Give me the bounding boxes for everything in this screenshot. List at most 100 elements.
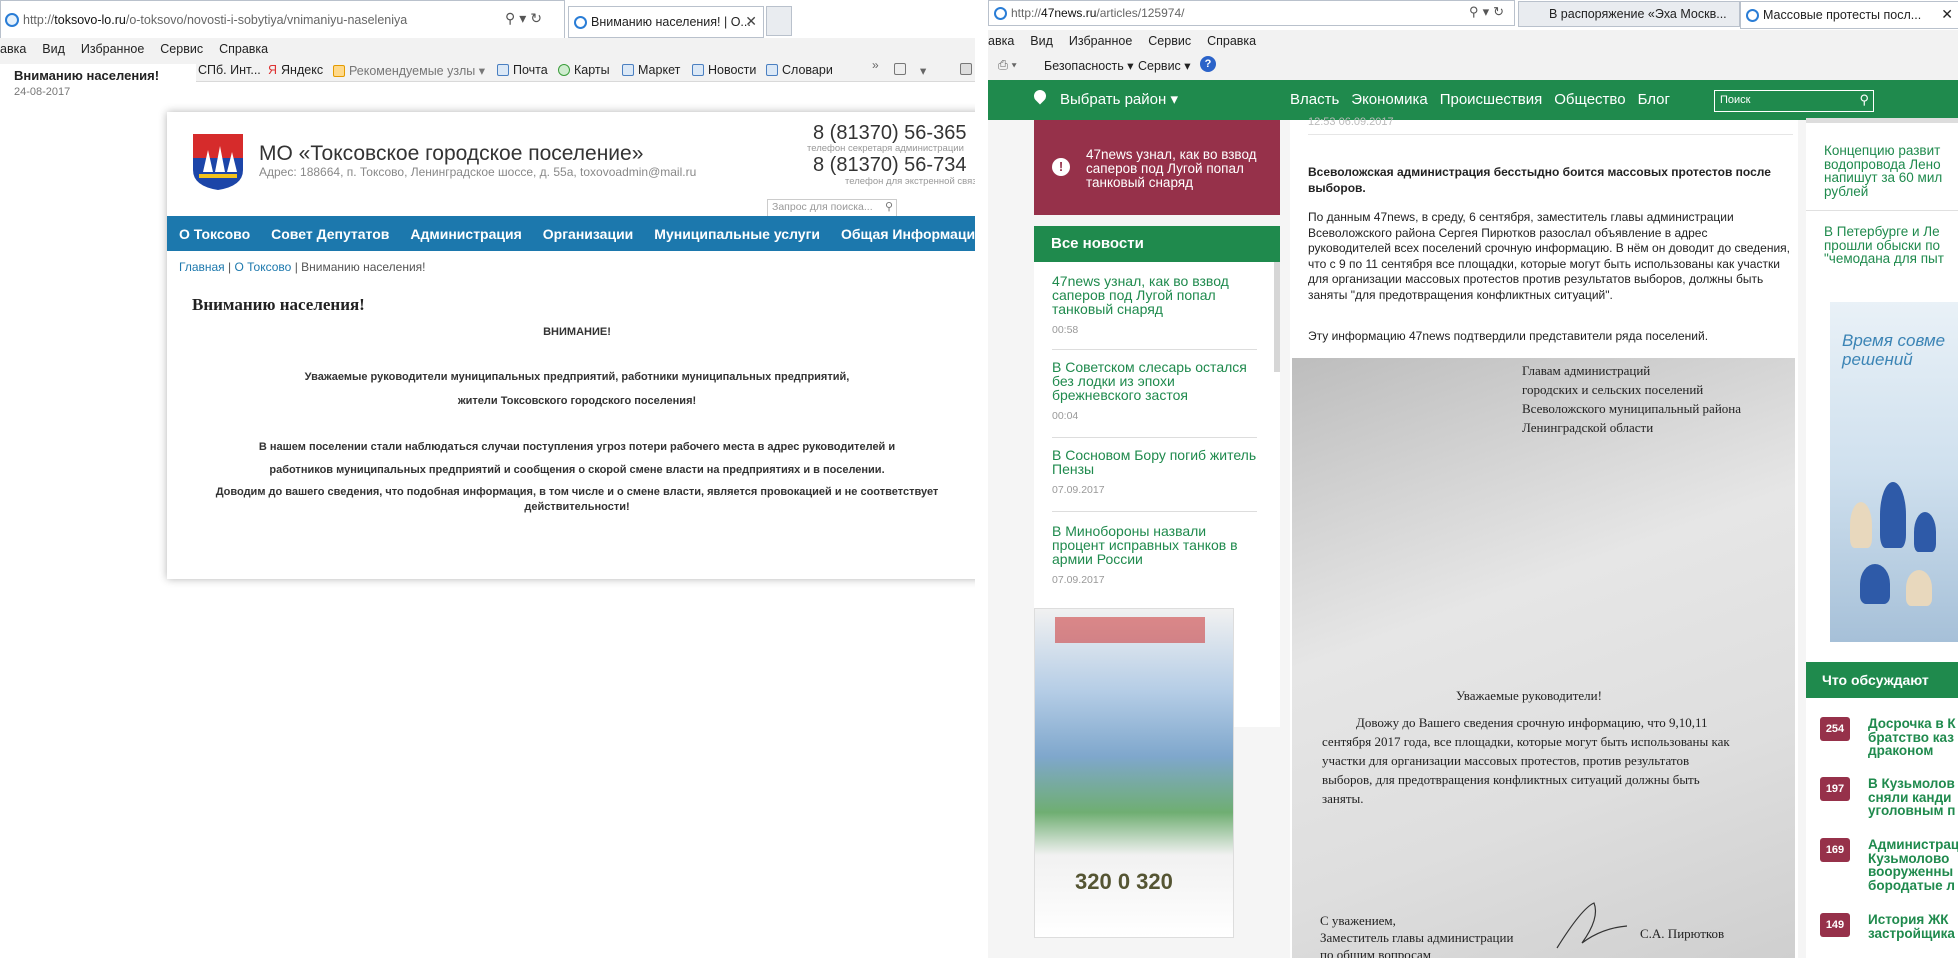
breadcrumb: Главная | О Токсово | Вниманию населения…: [179, 260, 426, 274]
menu-service[interactable]: Сервис: [160, 42, 203, 56]
article: 12:53 06.09.2017 Всеволожская администра…: [1290, 116, 1798, 958]
close-tab-icon[interactable]: ✕: [745, 13, 757, 30]
safety-menu[interactable]: Безопасность ▾: [1044, 58, 1133, 73]
fav-news[interactable]: Новости: [692, 63, 756, 77]
news-item[interactable]: В Сосновом Бору погиб житель Пензы 07.09…: [1052, 448, 1257, 512]
sidebar-link[interactable]: Концепцию развит водопровода Лено напишу…: [1824, 144, 1942, 198]
nav-organizations[interactable]: Организации: [543, 226, 634, 242]
print-icon[interactable]: ⎙ ▾: [998, 58, 1017, 73]
rss-icon[interactable]: [894, 63, 906, 75]
news-time: 00:58: [1052, 324, 1079, 336]
address-buttons[interactable]: ⚲▾↻: [1469, 4, 1508, 20]
fav-suggested[interactable]: Рекомендуемые узлы ▾: [333, 63, 485, 78]
breaking-news-card[interactable]: ! 47news узнал, как во взвод саперов под…: [1034, 120, 1280, 215]
discussed-item[interactable]: 169 Администрац Кузьмолово вооруженны бо…: [1820, 838, 1958, 894]
menu-favorites[interactable]: Избранное: [1069, 34, 1132, 48]
close-tab-icon[interactable]: ✕: [1941, 6, 1953, 23]
news-scrollbar[interactable]: [1274, 262, 1280, 372]
handwritten-signature: [1556, 902, 1628, 949]
crumb-home[interactable]: Главная: [179, 260, 225, 274]
news-item[interactable]: В Советском слесарь остался без лодки из…: [1052, 360, 1257, 438]
nav-administration[interactable]: Администрация: [410, 226, 521, 242]
title-line: вооруженны: [1868, 864, 1954, 879]
market-icon: [622, 64, 634, 76]
fav-market[interactable]: Маркет: [622, 63, 680, 77]
menu-help[interactable]: Справка: [1207, 34, 1256, 48]
chess-piece-icon: [1880, 482, 1906, 548]
all-news-header[interactable]: Все новости: [1034, 226, 1280, 262]
notification-popup[interactable]: Вниманию населения! 24-08-2017: [0, 64, 196, 110]
refresh-icon[interactable]: ↻: [530, 10, 546, 26]
menu-edit[interactable]: авка: [988, 34, 1014, 48]
doc-signature-line: Заместитель главы администрации: [1320, 930, 1514, 945]
dropdown-icon[interactable]: ▾: [920, 63, 926, 78]
address-path: /articles/125974/: [1096, 6, 1185, 20]
dropdown-icon[interactable]: ▾: [519, 10, 530, 26]
service-menu[interactable]: Сервис ▾: [1138, 58, 1191, 73]
address-path: /o-toksovo/novosti-i-sobytiya/vnimaniyu-…: [125, 13, 408, 27]
dictionary-icon: [766, 64, 778, 76]
nav-society[interactable]: Общество: [1554, 91, 1625, 108]
nav-economy[interactable]: Экономика: [1351, 91, 1427, 108]
fav-spb[interactable]: СПб. Инт...: [198, 63, 261, 77]
search-input[interactable]: Поиск ⚲: [1714, 90, 1874, 112]
discussed-item[interactable]: 197 В Кузьмолов сняли канди уголовным п: [1820, 777, 1958, 817]
new-tab-button[interactable]: [766, 6, 792, 36]
command-bar: ⎙ ▾ Безопасность ▾ Сервис ▾ ?: [988, 52, 1958, 80]
region-selector[interactable]: Выбрать район ▾: [1060, 90, 1178, 108]
promo-text: Время совме решений: [1842, 331, 1945, 369]
menu-service[interactable]: Сервис: [1148, 34, 1191, 48]
search-icon[interactable]: ⚲: [885, 200, 893, 213]
search-icon[interactable]: ⚲: [505, 10, 519, 26]
menu-view[interactable]: Вид: [1030, 34, 1053, 48]
address-domain: toksovo-lo.ru: [54, 13, 126, 27]
menu-help[interactable]: Справка: [219, 42, 268, 56]
discussed-item[interactable]: 149 История ЖК застройщика: [1820, 913, 1958, 953]
suggested-sites-icon: [333, 64, 345, 77]
sidebar-link[interactable]: В Петербурге и Ле прошли обыски по "чемо…: [1824, 225, 1944, 266]
crumb-separator: |: [228, 260, 232, 274]
menu-favorites[interactable]: Избранное: [81, 42, 144, 56]
crumb-section[interactable]: О Токсово: [235, 260, 292, 274]
crumb-current: Вниманию населения!: [301, 260, 426, 274]
news-item[interactable]: 47news узнал, как во взвод саперов под Л…: [1052, 274, 1257, 350]
fav-maps[interactable]: Карты: [558, 63, 610, 77]
menu-view[interactable]: Вид: [42, 42, 65, 56]
search-icon[interactable]: ⚲: [1859, 92, 1869, 108]
discussed-item[interactable]: 254 Досрочка в К братство каз драконом: [1820, 717, 1958, 757]
menu-edit[interactable]: авка: [0, 42, 26, 56]
menu-bar: авка Вид Избранное Сервис Справка: [988, 30, 1958, 52]
help-icon[interactable]: ?: [1200, 56, 1216, 72]
address-bar[interactable]: http://47news.ru/articles/125974/ ⚲▾↻: [988, 0, 1515, 26]
nav-incidents[interactable]: Происшествия: [1440, 91, 1543, 108]
address-buttons[interactable]: ⚲▾↻: [505, 10, 546, 27]
ad-banner[interactable]: 320 0 320: [1034, 608, 1234, 938]
fav-yandex[interactable]: Я Яндекс: [268, 63, 323, 77]
tab-active[interactable]: Вниманию населения! | О... ✕: [568, 6, 764, 38]
promo-banner[interactable]: Время совме решений: [1830, 302, 1958, 642]
comment-count-badge: 149: [1820, 913, 1850, 937]
nav-council[interactable]: Совет Депутатов: [271, 226, 389, 242]
link-line: Концепцию развит: [1824, 143, 1941, 158]
address-bar[interactable]: http://toksovo-lo.ru/o-toksovo/novosti-i…: [0, 0, 565, 40]
discussed-header[interactable]: Что обсуждают: [1806, 662, 1958, 698]
fav-label: Почта: [513, 63, 548, 77]
doc-line: Довожу до Вашего сведения срочную информ…: [1356, 715, 1708, 730]
fav-dict[interactable]: Словари: [766, 63, 833, 77]
doc-addressee: городских и сельских поселений: [1522, 382, 1704, 397]
site-search-input[interactable]: Запрос для поиска... ⚲: [767, 199, 897, 217]
nav-general-info[interactable]: Общая Информация: [841, 226, 975, 242]
chevron-more-icon[interactable]: »: [872, 58, 879, 72]
doc-signer: С.А. Пирютков: [1640, 926, 1725, 941]
tab-echo[interactable]: В распоряжение «Эха Москв...: [1518, 1, 1740, 27]
article-body: По данным 47news, в среду, 6 сентября, з…: [1308, 210, 1791, 302]
nav-blog[interactable]: Блог: [1638, 91, 1670, 108]
tab-active[interactable]: Массовые протесты посл... ✕: [1740, 1, 1958, 29]
printer-icon[interactable]: [960, 63, 972, 75]
fav-mail[interactable]: Почта: [497, 63, 548, 77]
link-line: рублей: [1824, 183, 1869, 199]
nav-toksovo[interactable]: О Токсово: [179, 226, 250, 242]
nav-power[interactable]: Власть: [1290, 91, 1339, 108]
news-item[interactable]: В Минобороны назвали процент исправных т…: [1052, 524, 1257, 594]
nav-services[interactable]: Муниципальные услуги: [654, 226, 820, 242]
